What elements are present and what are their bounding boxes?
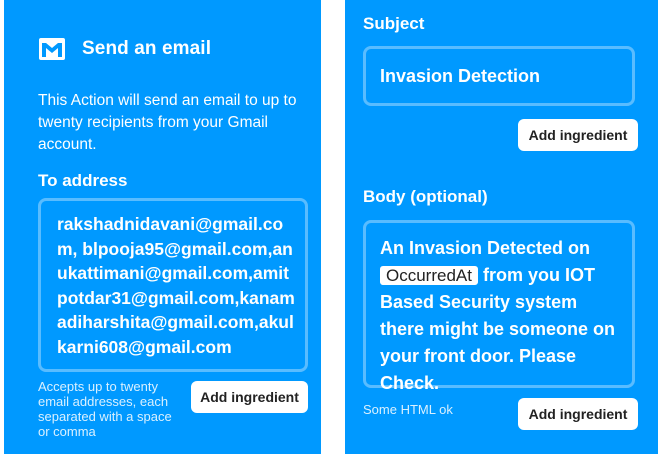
- action-description: This Action will send an email to up to …: [38, 92, 297, 153]
- body-label: Body (optional): [363, 187, 488, 206]
- subject-add-ingredient-button[interactable]: Add ingredient: [518, 119, 638, 151]
- subject-input[interactable]: Invasion Detection: [363, 46, 635, 106]
- to-address-hint: Accepts up to twenty email addresses, ea…: [38, 379, 172, 439]
- to-address-label: To address: [38, 171, 128, 190]
- email-content-panel: Subject Invasion Detection Add ingredien…: [345, 0, 658, 454]
- body-text-before: An Invasion Detected on: [380, 238, 591, 258]
- occurred-at-ingredient[interactable]: OccurredAt: [380, 266, 478, 285]
- subject-label: Subject: [363, 14, 425, 33]
- to-address-add-ingredient-button[interactable]: Add ingredient: [191, 381, 308, 413]
- subject-value: Invasion Detection: [380, 65, 541, 86]
- body-hint: Some HTML ok: [363, 402, 453, 417]
- to-address-input[interactable]: rakshadnidavani@gmail.com, blpooja95@gma…: [38, 198, 308, 372]
- send-email-panel: Send an email This Action will send an e…: [4, 0, 321, 454]
- action-header: Send an email: [38, 37, 211, 61]
- body-input[interactable]: An Invasion Detected on OccurredAt from …: [363, 220, 635, 393]
- gmail-icon: [39, 38, 65, 60]
- body-add-ingredient-button[interactable]: Add ingredient: [518, 398, 638, 430]
- action-title: Send an email: [82, 38, 212, 59]
